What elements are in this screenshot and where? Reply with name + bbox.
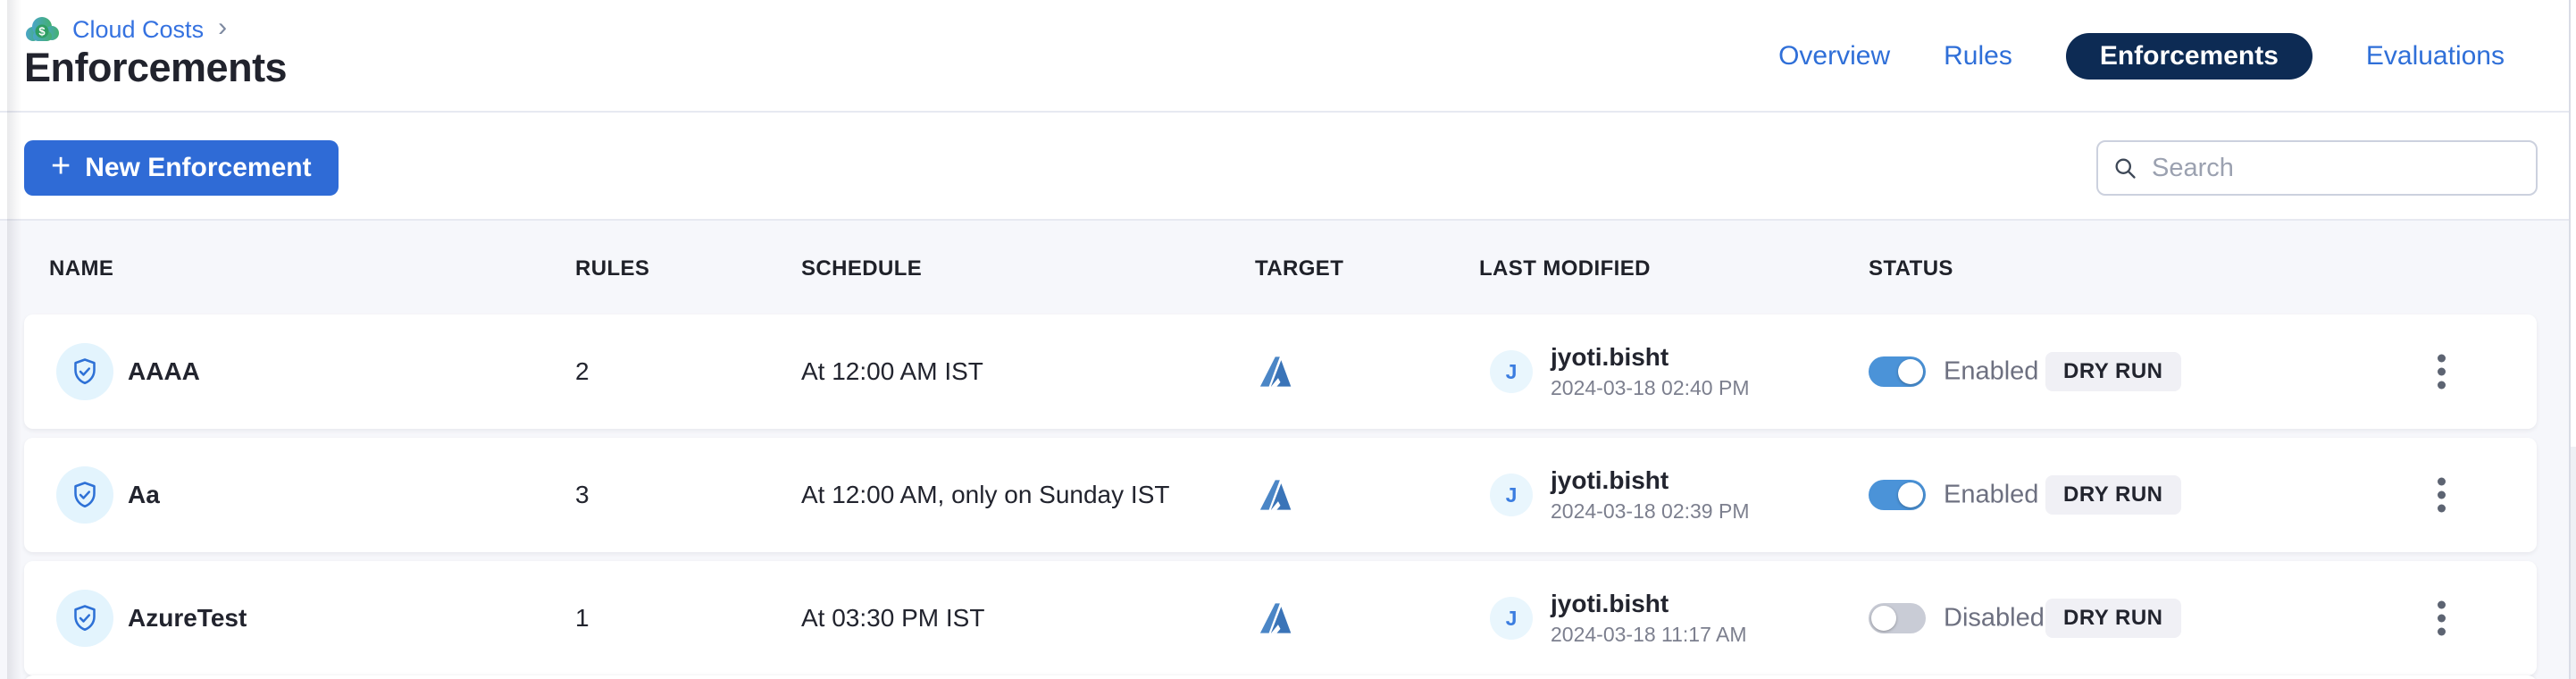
last-modified-cell: jyoti.bisht 2024-03-18 11:17 AM [1551,591,1747,646]
modified-by: jyoti.bisht [1551,467,1750,495]
kebab-dot [2438,478,2446,486]
enforcements-table: NAME RULES SCHEDULE TARGET LAST MODIFIED… [0,221,2569,679]
enforcement-avatar [56,343,113,400]
kebab-dot [2438,628,2446,636]
search-icon [2112,155,2137,180]
schedule-text: At 12:00 AM IST [801,357,983,386]
avatar: J [1490,474,1533,516]
enforcement-avatar [56,466,113,524]
status-toggle[interactable] [1869,480,1926,510]
row-menu-button[interactable] [2429,592,2455,645]
avatar: J [1490,350,1533,393]
avatar: J [1490,597,1533,640]
enforcement-name: Aa [128,481,160,509]
kebab-dot [2438,615,2446,623]
breadcrumb-module-link[interactable]: Cloud Costs [72,16,204,44]
svg-text:$: $ [38,25,46,38]
shield-check-icon [69,479,101,511]
modified-at: 2024-03-18 02:40 PM [1551,377,1750,399]
kebab-dot [2438,601,2446,609]
shield-check-icon [69,602,101,634]
status-label: Enabled [1944,357,2038,387]
status-toggle[interactable] [1869,356,1926,387]
cloud-costs-module-icon: $ [24,14,60,45]
last-modified-cell: jyoti.bisht 2024-03-18 02:40 PM [1551,344,1750,399]
schedule-text: At 12:00 AM, only on Sunday IST [801,481,1169,509]
kebab-dot [2438,381,2446,390]
avatar-initial: J [1506,360,1518,384]
modified-at: 2024-03-18 11:17 AM [1551,624,1747,646]
modified-by: jyoti.bisht [1551,344,1750,372]
modified-at: 2024-03-18 02:39 PM [1551,500,1750,523]
new-enforcement-button-label: New Enforcement [85,153,311,183]
toggle-knob [1898,359,1923,384]
table-row-partial [24,675,2537,679]
rules-count: 2 [575,357,590,386]
schedule-text: At 03:30 PM IST [801,604,984,633]
dry-run-badge: DRY RUN [2045,352,2181,391]
table-row[interactable]: Aa 3 At 12:00 AM, only on Sunday IST J j… [24,438,2537,552]
rules-count: 1 [575,604,590,633]
last-modified-cell: jyoti.bisht 2024-03-18 02:39 PM [1551,467,1750,523]
row-menu-button[interactable] [2429,346,2455,398]
kebab-dot [2438,505,2446,513]
plus-icon: + [51,149,71,183]
shield-check-icon [69,356,101,388]
row-menu-button[interactable] [2429,469,2455,522]
azure-target-icon [1258,600,1293,636]
avatar-initial: J [1506,483,1518,507]
status-label: Enabled [1944,481,2038,510]
table-row[interactable]: AAAA 2 At 12:00 AM IST J jyoti.bisht 202… [24,314,2537,429]
status-toggle[interactable] [1869,603,1926,633]
kebab-dot [2438,355,2446,363]
tab-overview[interactable]: Overview [1778,41,1890,71]
avatar-initial: J [1506,607,1518,631]
search-box[interactable] [2096,140,2538,196]
toggle-knob [1871,606,1896,631]
toolbar: + New Enforcement [0,114,2569,221]
tab-rules[interactable]: Rules [1944,41,2012,71]
cloud-costs-enforcements-page: $ Cloud Costs › Enforcements Overview Ru… [0,0,2576,679]
page-title: Enforcements [24,45,287,91]
tab-bar: Overview Rules Enforcements Evaluations [1778,33,2505,80]
page-header: $ Cloud Costs › Enforcements Overview Ru… [0,0,2569,113]
toggle-knob [1898,482,1923,507]
enforcement-avatar [56,590,113,647]
kebab-dot [2438,491,2446,499]
azure-target-icon [1258,354,1293,390]
search-input[interactable] [2150,153,2522,184]
enforcement-name: AAAA [128,357,200,386]
rules-count: 3 [575,481,590,509]
status-label: Disabled [1944,604,2045,633]
dry-run-badge: DRY RUN [2045,599,2181,638]
enforcement-name: AzureTest [128,604,247,633]
tab-enforcements[interactable]: Enforcements [2066,33,2313,80]
azure-target-icon [1258,477,1293,513]
enforcement-list: AAAA 2 At 12:00 AM IST J jyoti.bisht 202… [0,221,2569,679]
scrollbar-lower-track [2571,447,2576,679]
new-enforcement-button[interactable]: + New Enforcement [24,140,339,196]
modified-by: jyoti.bisht [1551,591,1747,618]
breadcrumb-chevron-icon: › [218,14,227,41]
dry-run-badge: DRY RUN [2045,475,2181,515]
kebab-dot [2438,368,2446,376]
table-row[interactable]: AzureTest 1 At 03:30 PM IST J jyoti.bish… [24,561,2537,675]
breadcrumb[interactable]: $ Cloud Costs › [24,14,227,45]
tab-evaluations[interactable]: Evaluations [2366,41,2505,71]
